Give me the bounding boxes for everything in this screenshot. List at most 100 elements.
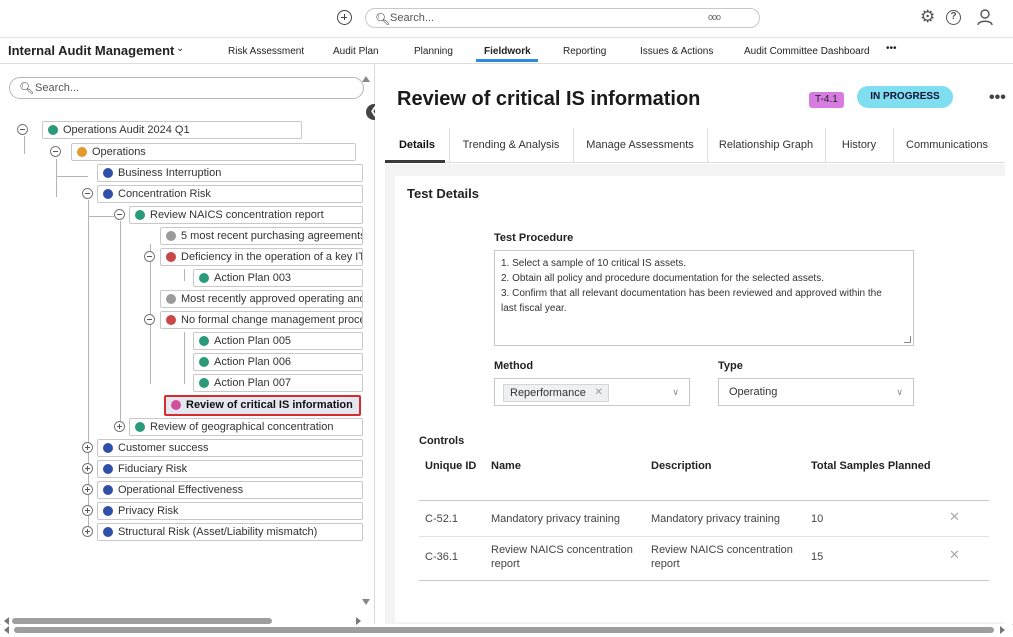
- status-dot-icon: [103, 527, 113, 537]
- method-label: Method: [494, 360, 534, 372]
- tree-node[interactable]: Structural Risk (Asset/Liability mismatc…: [97, 523, 363, 541]
- cell-samples: 10: [811, 513, 824, 525]
- resize-handle-icon[interactable]: [904, 336, 911, 343]
- id-badge: T-4.1: [809, 92, 844, 108]
- nav-audit-plan[interactable]: Audit Plan: [333, 46, 379, 57]
- tab-communications[interactable]: Communications: [893, 128, 1001, 162]
- tree-node[interactable]: Review of geographical concentration: [129, 418, 363, 436]
- tree-node[interactable]: 5 most recent purchasing agreements: [160, 227, 363, 245]
- status-dot-icon: [199, 273, 209, 283]
- tree-search-input[interactable]: 🔍︎ Search...: [9, 77, 364, 99]
- expand-toggle[interactable]: [82, 526, 93, 537]
- tab-details[interactable]: Details: [385, 128, 450, 162]
- collapse-toggle[interactable]: [114, 209, 125, 220]
- tree-node[interactable]: Concentration Risk: [97, 185, 363, 203]
- tree-node[interactable]: Operations Audit 2024 Q1: [42, 121, 302, 139]
- app-title[interactable]: Internal Audit Management: [8, 43, 174, 58]
- tab-manage-assessments[interactable]: Manage Assessments: [573, 128, 708, 162]
- active-nav-indicator: [476, 59, 538, 62]
- search-icon: 🔍︎: [375, 12, 391, 26]
- tab-trending-analysis[interactable]: Trending & Analysis: [449, 128, 574, 162]
- global-search-input[interactable]: 🔍︎ Search... ooo: [365, 8, 760, 28]
- tree-node[interactable]: Privacy Risk: [97, 502, 363, 520]
- nav-fieldwork[interactable]: Fieldwork: [484, 46, 531, 57]
- tree-node[interactable]: No formal change management proce: [160, 311, 363, 329]
- tab-bar: Details Trending & Analysis Manage Asses…: [385, 128, 1005, 163]
- tree-scrollbar-thumb[interactable]: [12, 618, 272, 624]
- tree-connector: [184, 332, 185, 384]
- horizontal-scrollbar[interactable]: [0, 625, 1013, 637]
- expand-toggle[interactable]: [114, 421, 125, 432]
- tree-panel: 🔍︎ Search... Operations Audit 2024 Q1 Op…: [0, 64, 375, 624]
- expand-toggle[interactable]: [82, 463, 93, 474]
- cell-name: Review NAICS concentration report: [491, 544, 633, 570]
- cell-unique-id: C-36.1: [425, 551, 459, 563]
- collapse-toggle[interactable]: [17, 124, 28, 135]
- remove-row-icon[interactable]: ✕: [949, 509, 960, 525]
- test-procedure-textarea[interactable]: 1. Select a sample of 10 critical IS ass…: [494, 250, 914, 346]
- expand-toggle[interactable]: [82, 505, 93, 516]
- expand-toggle[interactable]: [82, 442, 93, 453]
- chevron-down-icon: ∨: [672, 387, 679, 397]
- type-select[interactable]: Operating ∨: [718, 378, 914, 406]
- status-dot-icon: [48, 125, 58, 135]
- add-icon[interactable]: [337, 10, 352, 25]
- tree-node[interactable]: Action Plan 003: [193, 269, 363, 287]
- more-options-icon[interactable]: •••: [989, 89, 1006, 107]
- search-options-icon[interactable]: ooo: [708, 12, 721, 22]
- nav-issues-actions[interactable]: Issues & Actions: [640, 46, 713, 57]
- gear-icon[interactable]: ⚙︎: [920, 8, 938, 26]
- tree-node[interactable]: Operations: [71, 143, 356, 161]
- test-procedure-label: Test Procedure: [494, 232, 574, 244]
- tree-node[interactable]: Customer success: [97, 439, 363, 457]
- scrollbar-thumb[interactable]: [14, 627, 994, 633]
- status-dot-icon: [166, 252, 176, 262]
- method-select[interactable]: Reperformance ✕ ∨: [494, 378, 690, 406]
- scroll-down-icon[interactable]: [362, 599, 370, 605]
- status-dot-icon: [166, 315, 176, 325]
- tree-connector: [88, 216, 114, 217]
- status-dot-icon: [166, 231, 176, 241]
- tree-node[interactable]: Business Interruption: [97, 164, 363, 182]
- status-badge[interactable]: IN PROGRESS: [857, 86, 953, 108]
- status-dot-icon: [103, 485, 113, 495]
- nav-planning[interactable]: Planning: [414, 46, 453, 57]
- chevron-down-icon[interactable]: ⌄: [176, 43, 184, 54]
- tree-scroll-right-icon[interactable]: [356, 617, 361, 625]
- tab-history[interactable]: History: [825, 128, 894, 162]
- tree-connector: [56, 176, 88, 177]
- test-details-card: Test Details Test Procedure 1. Select a …: [395, 176, 1005, 622]
- remove-chip-icon[interactable]: ✕: [594, 385, 602, 401]
- help-icon[interactable]: ?: [946, 10, 961, 25]
- tree-node[interactable]: Review NAICS concentration report: [129, 206, 363, 224]
- tab-relationship-graph[interactable]: Relationship Graph: [707, 128, 826, 162]
- status-dot-icon: [103, 443, 113, 453]
- tree-scroll-left-icon[interactable]: [4, 617, 9, 625]
- tree-node[interactable]: Action Plan 005: [193, 332, 363, 350]
- expand-toggle[interactable]: [82, 484, 93, 495]
- global-search-placeholder: Search...: [390, 12, 435, 24]
- collapse-toggle[interactable]: [50, 146, 61, 157]
- collapse-toggle[interactable]: [144, 314, 155, 325]
- nav-audit-committee-dashboard[interactable]: Audit Committee Dashboard: [744, 46, 870, 57]
- collapse-toggle[interactable]: [82, 188, 93, 199]
- tree-node-selected[interactable]: Review of critical IS information: [164, 395, 361, 416]
- user-icon[interactable]: [976, 8, 994, 26]
- tree-node[interactable]: Deficiency in the operation of a key IT: [160, 248, 363, 266]
- tree-node[interactable]: Action Plan 006: [193, 353, 363, 371]
- nav-more-icon[interactable]: •••: [886, 43, 897, 54]
- procedure-line: 3. Confirm that all relevant documentati…: [501, 288, 882, 299]
- scroll-left-icon[interactable]: [4, 626, 9, 634]
- method-chip: Reperformance ✕: [503, 384, 609, 402]
- tree-node[interactable]: Action Plan 007: [193, 374, 363, 392]
- remove-row-icon[interactable]: ✕: [949, 547, 960, 563]
- tree-node[interactable]: Most recently approved operating and: [160, 290, 363, 308]
- collapse-toggle[interactable]: [144, 251, 155, 262]
- nav-risk-assessment[interactable]: Risk Assessment: [228, 46, 304, 57]
- tree-node[interactable]: Fiduciary Risk: [97, 460, 363, 478]
- table-divider: [419, 536, 989, 537]
- scroll-right-icon[interactable]: [1000, 626, 1005, 634]
- nav-reporting[interactable]: Reporting: [563, 46, 606, 57]
- scroll-up-icon[interactable]: [362, 76, 370, 82]
- tree-node[interactable]: Operational Effectiveness: [97, 481, 363, 499]
